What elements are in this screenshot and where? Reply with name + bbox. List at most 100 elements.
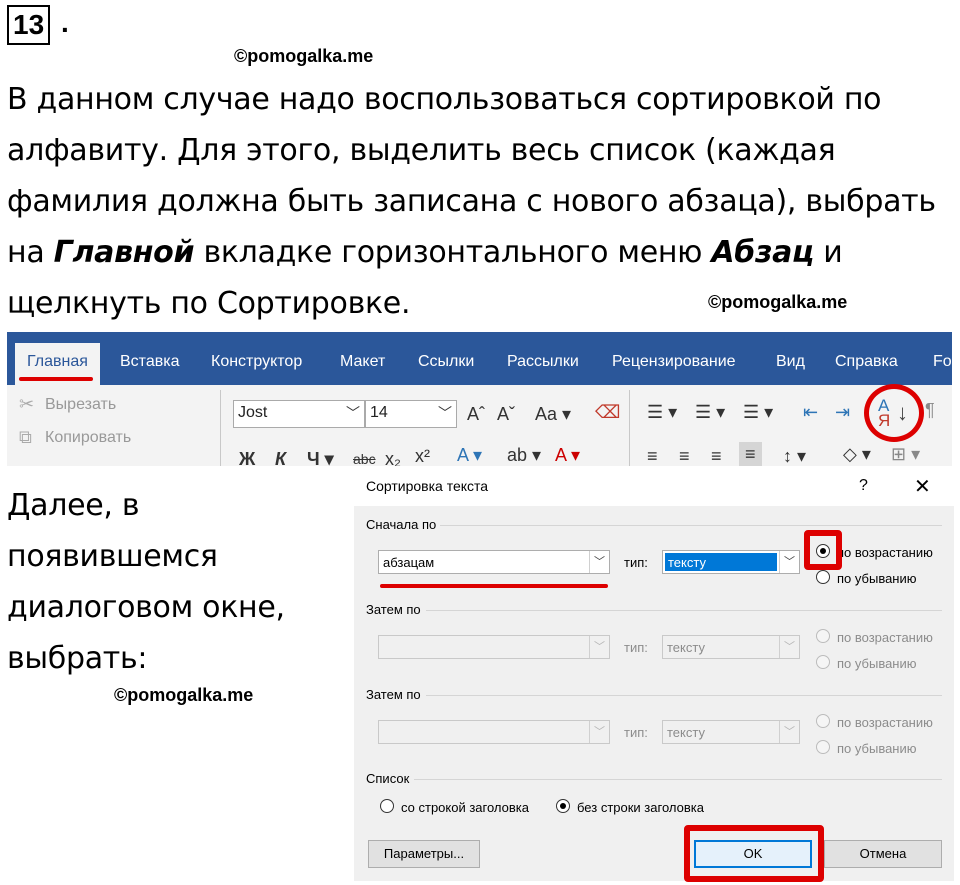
first-by-dropdown[interactable]: абзацам ﹀ <box>378 550 610 574</box>
watermark: ©pomogalka.me <box>114 685 254 705</box>
then-by-label: Затем по <box>366 602 421 617</box>
ascending-highlight-box <box>804 530 842 570</box>
tab-mailings[interactable]: Рассылки <box>507 353 579 371</box>
font-color-icon[interactable]: A ▾ <box>555 445 580 466</box>
then-ascending-radio[interactable] <box>816 629 830 643</box>
underline-icon[interactable]: Ч ▾ <box>307 449 334 466</box>
watermark: ©pomogalka.me <box>708 292 848 312</box>
copy-button[interactable]: Копировать <box>45 429 131 447</box>
italic-icon[interactable]: К <box>275 449 286 466</box>
superscript-icon[interactable]: x² <box>415 446 430 466</box>
then-type-dropdown[interactable]: тексту ﹀ <box>662 635 800 659</box>
bullets-icon[interactable]: ☰ ▾ <box>647 402 677 423</box>
tab-review[interactable]: Рецензирование <box>612 353 736 371</box>
chevron-down-icon: ﹀ <box>779 721 799 743</box>
then-type-dropdown-2[interactable]: тексту ﹀ <box>662 720 800 744</box>
chevron-down-icon: ﹀ <box>589 636 609 658</box>
decrease-indent-icon[interactable]: ⇤ <box>803 402 818 423</box>
with-header-label: со строкой заголовка <box>401 800 530 815</box>
tab-more[interactable]: Fo <box>933 353 952 371</box>
instruction-paragraph-2: Далее, в появившемся диалоговом окне, вы… <box>7 480 337 684</box>
with-header-radio[interactable] <box>380 799 394 813</box>
tab-design[interactable]: Конструктор <box>211 353 302 371</box>
paragraph-line: Далее, в <box>7 488 140 523</box>
then-by-label-2: Затем по <box>366 687 421 702</box>
group-divider <box>414 779 942 780</box>
chevron-down-icon: ﹀ <box>346 405 360 421</box>
then-descending-label-2: по убыванию <box>837 741 917 756</box>
then-ascending-label: по возрастанию <box>837 630 933 645</box>
group-divider <box>426 610 942 611</box>
then-descending-label: по убыванию <box>837 656 917 671</box>
first-by-underline <box>380 584 608 588</box>
align-left-icon[interactable]: ≡ <box>647 446 658 466</box>
type-label: тип: <box>624 725 648 740</box>
increase-indent-icon[interactable]: ⇥ <box>835 402 850 423</box>
text-effects-icon[interactable]: A ▾ <box>457 445 482 466</box>
without-header-label: без строки заголовка <box>577 800 704 815</box>
cancel-button[interactable]: Отмена <box>824 840 942 868</box>
emphasis-home: Главной <box>53 235 195 270</box>
then-descending-radio-2[interactable] <box>816 740 830 754</box>
line-spacing-icon[interactable]: ↕ ▾ <box>783 446 806 466</box>
bold-icon[interactable]: Ж <box>239 449 255 466</box>
paragraph-line: В данном случае надо воспользоваться сор… <box>7 82 882 117</box>
group-divider <box>440 525 942 526</box>
subscript-icon[interactable]: x₂ <box>385 449 401 466</box>
close-icon[interactable]: ✕ <box>914 474 931 499</box>
type-label: тип: <box>624 640 648 655</box>
first-descending-radio[interactable] <box>816 570 830 584</box>
paragraph-line: на Главной вкладке горизонтального меню … <box>7 227 952 278</box>
chevron-down-icon: ﹀ <box>779 551 799 573</box>
grow-font-icon[interactable]: Aˆ <box>467 404 485 425</box>
options-button[interactable]: Параметры... <box>368 840 480 868</box>
shrink-font-icon[interactable]: Aˇ <box>497 404 515 425</box>
tab-view[interactable]: Вид <box>776 353 805 371</box>
first-by-value: абзацам <box>383 555 435 570</box>
copy-icon: ⧉ <box>19 427 32 447</box>
font-size-combo[interactable]: 14 ﹀ <box>365 400 457 428</box>
ok-highlight-box <box>684 825 824 882</box>
help-button[interactable]: ? <box>859 477 868 495</box>
word-ribbon: Главная Вставка Конструктор Макет Ссылки… <box>7 332 952 466</box>
ribbon-divider <box>220 390 221 466</box>
align-right-icon[interactable]: ≡ <box>711 446 722 466</box>
cut-button[interactable]: Вырезать <box>45 396 116 414</box>
without-header-radio[interactable] <box>556 799 570 813</box>
clear-format-icon[interactable]: ⌫ <box>595 402 620 423</box>
align-center-icon[interactable]: ≡ <box>679 446 690 466</box>
then-by-dropdown-2[interactable]: ﹀ <box>378 720 610 744</box>
highlight-icon[interactable]: ab ▾ <box>507 445 541 466</box>
pilcrow-icon[interactable]: ¶ <box>925 400 935 421</box>
first-type-value: тексту <box>665 553 777 571</box>
change-case-icon[interactable]: Aa ▾ <box>535 404 571 425</box>
multilevel-list-icon[interactable]: ☰ ▾ <box>743 402 773 423</box>
then-type-value-2: тексту <box>667 725 705 740</box>
first-by-label: Сначала по <box>366 517 437 532</box>
paragraph-line: алфавиту. Для этого, выделить весь списо… <box>7 133 836 168</box>
task-number: 13 <box>7 5 51 45</box>
tab-references[interactable]: Ссылки <box>418 353 474 371</box>
task-number-dot: . <box>61 7 69 38</box>
dialog-titlebar: Сортировка текста ? ✕ <box>354 466 954 506</box>
tab-insert[interactable]: Вставка <box>120 353 179 371</box>
then-ascending-radio-2[interactable] <box>816 714 830 728</box>
tab-layout[interactable]: Макет <box>340 353 385 371</box>
font-name-combo[interactable]: Jost ﹀ <box>233 400 365 428</box>
list-label: Список <box>366 771 410 786</box>
borders-icon[interactable]: ⊞ ▾ <box>891 444 920 465</box>
then-by-dropdown[interactable]: ﹀ <box>378 635 610 659</box>
tab-help[interactable]: Справка <box>835 353 898 371</box>
font-name-value: Jost <box>238 404 268 421</box>
first-type-dropdown[interactable]: тексту ﹀ <box>662 550 800 574</box>
dialog-title: Сортировка текста <box>366 478 489 494</box>
first-descending-label: по убыванию <box>837 571 917 586</box>
shading-icon[interactable]: ◇ ▾ <box>843 444 871 465</box>
paragraph-line: фамилия должна быть записана с нового аб… <box>7 184 936 219</box>
then-descending-radio[interactable] <box>816 655 830 669</box>
strikethrough-icon[interactable]: abc <box>353 451 376 466</box>
ribbon-divider <box>629 390 630 466</box>
justify-icon[interactable]: ≡ <box>739 442 762 466</box>
numbering-icon[interactable]: ☰ ▾ <box>695 402 725 423</box>
then-type-value: тексту <box>667 640 705 655</box>
